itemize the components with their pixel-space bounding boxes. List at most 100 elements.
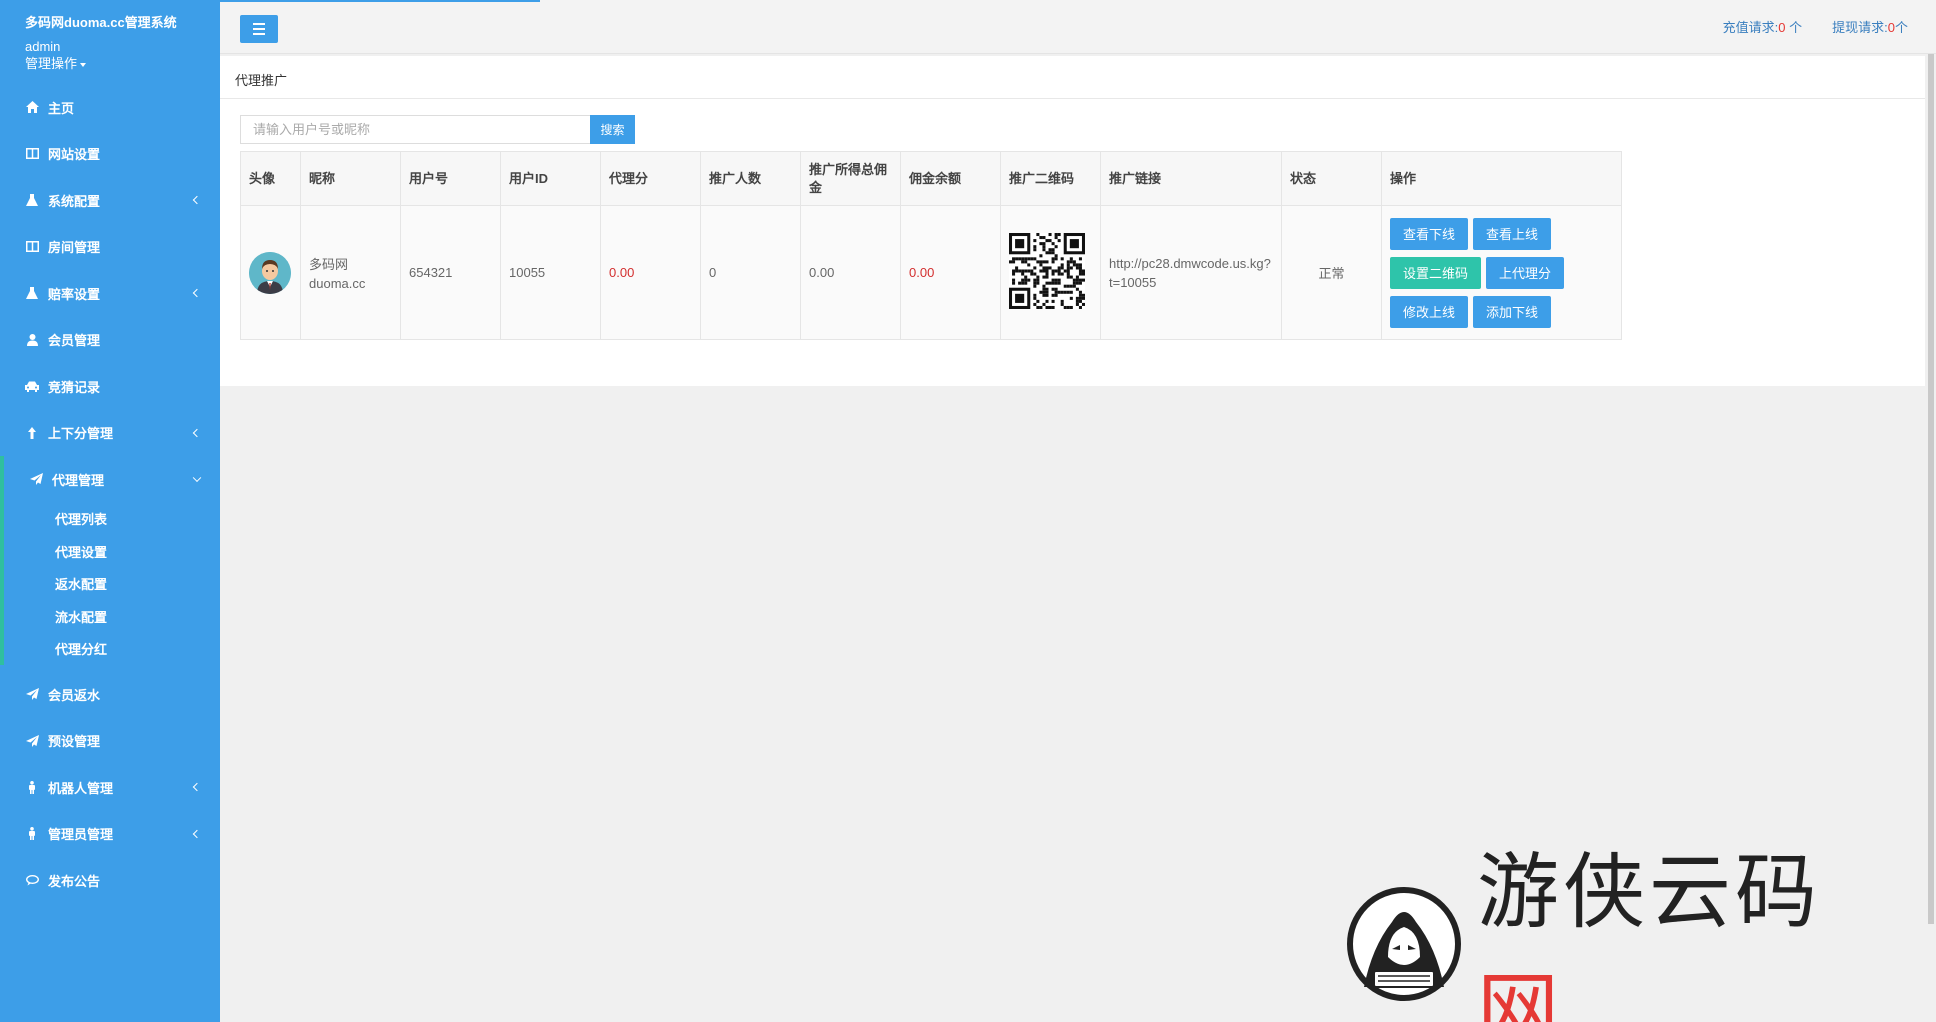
sidebar-item-home[interactable]: 主页 xyxy=(0,84,220,131)
avatar xyxy=(249,251,291,294)
search-button[interactable]: 搜索 xyxy=(590,115,635,144)
send-icon xyxy=(25,687,39,701)
nickname-cell: 多码网 duoma.cc xyxy=(300,205,401,340)
watermark: 游侠云码网 xyxy=(1342,845,1907,1022)
col-user-no: 用户号 xyxy=(400,151,501,206)
username: admin xyxy=(25,39,61,54)
agent-submenu: 代理列表 代理设置 返水配置 流水配置 代理分红 xyxy=(4,503,220,666)
hooded-figure-logo-icon xyxy=(1347,886,1461,1001)
add-downline-button[interactable]: 添加下线 xyxy=(1473,295,1552,328)
sidebar: 多码网duoma.cc管理系统 admin 管理操作 主页 网站设置 系统配置 … xyxy=(0,0,220,1022)
table-header-row: 头像 昵称 用户号 用户ID 代理分 推广人数 推广所得总佣金 佣金余额 推广二… xyxy=(240,151,1622,206)
col-actions: 操作 xyxy=(1381,151,1622,206)
sidebar-subitem-rebate-config[interactable]: 返水配置 xyxy=(4,568,220,601)
commission-balance-cell: 0.00 xyxy=(900,205,1001,340)
upload-icon xyxy=(25,426,39,440)
top-bar: 充值请求:0 个 提现请求:0个 xyxy=(220,0,1936,54)
chevron-left-icon xyxy=(192,196,202,205)
col-avatar: 头像 xyxy=(240,151,301,206)
row-actions: 查看下线 查看上线 设置二维码 上代理分 修改上线 添加下线 xyxy=(1390,217,1570,328)
hamburger-icon xyxy=(253,23,265,25)
total-commission-cell: 0.00 xyxy=(800,205,901,340)
recharge-requests-link[interactable]: 充值请求:0 个 xyxy=(1723,17,1802,36)
sidebar-item-credit-management[interactable]: 上下分管理 xyxy=(0,410,220,457)
flask-icon xyxy=(25,193,39,207)
link-cell[interactable]: http://pc28.dmwcode.us.kg?t=10055 xyxy=(1100,205,1282,340)
add-agent-score-button[interactable]: 上代理分 xyxy=(1486,256,1565,289)
sidebar-group-agent: 代理管理 代理列表 代理设置 返水配置 流水配置 代理分红 xyxy=(0,456,220,665)
sidebar-subitem-agent-list[interactable]: 代理列表 xyxy=(4,503,220,536)
sidebar-subitem-turnover-config[interactable]: 流水配置 xyxy=(4,600,220,633)
qr-code-image xyxy=(1009,233,1085,309)
sidebar-item-publish-notice[interactable]: 发布公告 xyxy=(0,857,220,904)
car-icon xyxy=(25,379,39,393)
sidebar-menu: 主页 网站设置 系统配置 房间管理 赔率设置 会员管理 竞猜记录 上下分管理 代… xyxy=(0,84,220,904)
qrcode-cell xyxy=(1000,205,1101,340)
chevron-left-icon xyxy=(192,783,202,792)
table-row: 多码网 duoma.cc 654321 10055 0.00 0 0.00 0.… xyxy=(240,205,1622,340)
menu-toggle-button[interactable] xyxy=(240,15,278,43)
scrollbar-thumb[interactable] xyxy=(1928,54,1934,924)
chevron-down-icon xyxy=(192,473,202,483)
withdraw-requests-link[interactable]: 提现请求:0个 xyxy=(1832,17,1908,36)
loading-progress-bar xyxy=(220,0,540,2)
sidebar-item-agent-management[interactable]: 代理管理 xyxy=(4,456,220,503)
sidebar-item-site-settings[interactable]: 网站设置 xyxy=(0,131,220,178)
columns-icon xyxy=(25,147,39,161)
sidebar-item-odds-settings[interactable]: 赔率设置 xyxy=(0,270,220,317)
col-commission-balance: 佣金余额 xyxy=(900,151,1001,206)
male-icon xyxy=(25,827,39,841)
user-id-cell: 10055 xyxy=(500,205,601,340)
comment-icon xyxy=(25,873,39,887)
promo-count-cell: 0 xyxy=(700,205,801,340)
app-title: 多码网duoma.cc管理系统 xyxy=(25,15,177,30)
main-panel: 代理推广 搜索 头像 昵称 用户号 用户ID 代理分 推广人数 推广所得总佣金 … xyxy=(220,56,1925,386)
send-icon xyxy=(29,472,43,486)
sidebar-item-admin-management[interactable]: 管理员管理 xyxy=(0,811,220,858)
avatar-cell xyxy=(240,205,301,340)
sidebar-item-robot-management[interactable]: 机器人管理 xyxy=(0,764,220,811)
col-nickname: 昵称 xyxy=(300,151,401,206)
col-agent-score: 代理分 xyxy=(600,151,701,206)
caret-down-icon xyxy=(80,62,87,67)
status-cell: 正常 xyxy=(1281,205,1382,340)
user-icon xyxy=(25,333,39,347)
sidebar-item-room-management[interactable]: 房间管理 xyxy=(0,224,220,271)
col-promo-count: 推广人数 xyxy=(700,151,801,206)
sidebar-item-system-config[interactable]: 系统配置 xyxy=(0,177,220,224)
chevron-left-icon xyxy=(192,428,202,437)
sidebar-item-member-management[interactable]: 会员管理 xyxy=(0,317,220,364)
col-qrcode: 推广二维码 xyxy=(1000,151,1101,206)
view-downline-button[interactable]: 查看下线 xyxy=(1390,217,1469,250)
agent-table: 头像 昵称 用户号 用户ID 代理分 推广人数 推广所得总佣金 佣金余额 推广二… xyxy=(240,151,1622,340)
send-icon xyxy=(25,734,39,748)
page-scrollbar[interactable] xyxy=(1926,54,1936,1022)
sidebar-item-member-rebate[interactable]: 会员返水 xyxy=(0,671,220,718)
chevron-left-icon xyxy=(192,289,202,298)
chevron-left-icon xyxy=(192,829,202,838)
user-menu-toggle[interactable]: 管理操作 xyxy=(25,55,220,72)
male-icon xyxy=(25,780,39,794)
user-block: admin 管理操作 xyxy=(0,32,220,72)
sidebar-subitem-agent-settings[interactable]: 代理设置 xyxy=(4,535,220,568)
search-bar: 搜索 xyxy=(240,115,635,144)
user-no-cell: 654321 xyxy=(400,205,501,340)
edit-upline-button[interactable]: 修改上线 xyxy=(1390,295,1469,328)
view-upline-button[interactable]: 查看上线 xyxy=(1473,217,1552,250)
page-title: 代理推广 xyxy=(220,56,1925,99)
actions-cell: 查看下线 查看上线 设置二维码 上代理分 修改上线 添加下线 xyxy=(1381,205,1622,340)
col-status: 状态 xyxy=(1281,151,1382,206)
sidebar-item-bet-records[interactable]: 竞猜记录 xyxy=(0,363,220,410)
col-link: 推广链接 xyxy=(1100,151,1282,206)
col-total-commission: 推广所得总佣金 xyxy=(800,151,901,206)
search-input[interactable] xyxy=(240,115,590,144)
columns-icon xyxy=(25,240,39,254)
request-counters: 充值请求:0 个 提现请求:0个 xyxy=(1723,17,1908,36)
sidebar-item-preset-management[interactable]: 预设管理 xyxy=(0,718,220,765)
col-user-id: 用户ID xyxy=(500,151,601,206)
agent-score-cell: 0.00 xyxy=(600,205,701,340)
flask-icon xyxy=(25,286,39,300)
set-qrcode-button[interactable]: 设置二维码 xyxy=(1390,256,1482,289)
sidebar-subitem-agent-dividend[interactable]: 代理分红 xyxy=(4,633,220,666)
home-icon xyxy=(25,100,39,114)
